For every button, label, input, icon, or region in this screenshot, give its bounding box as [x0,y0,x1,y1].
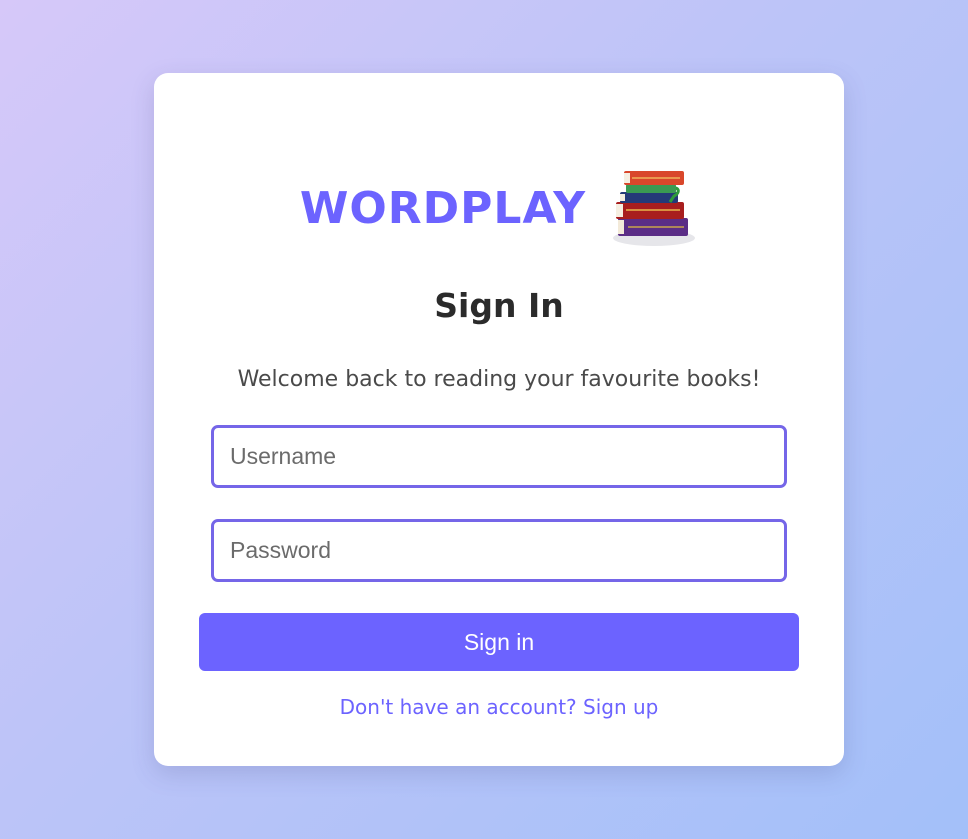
password-input[interactable] [211,519,787,582]
sign-in-button[interactable]: Sign in [199,613,799,671]
login-card: WORDPLAY Sign In Welcome back to reading [154,73,844,766]
page-title: Sign In [434,286,564,325]
sign-up-link[interactable]: Don't have an account? Sign up [154,695,844,719]
brand-name: WORDPLAY [299,182,587,234]
welcome-subtitle: Welcome back to reading your favourite b… [237,367,761,392]
brand-header: WORDPLAY [154,168,844,248]
username-input[interactable] [211,425,787,488]
books-stack-icon [613,171,696,246]
